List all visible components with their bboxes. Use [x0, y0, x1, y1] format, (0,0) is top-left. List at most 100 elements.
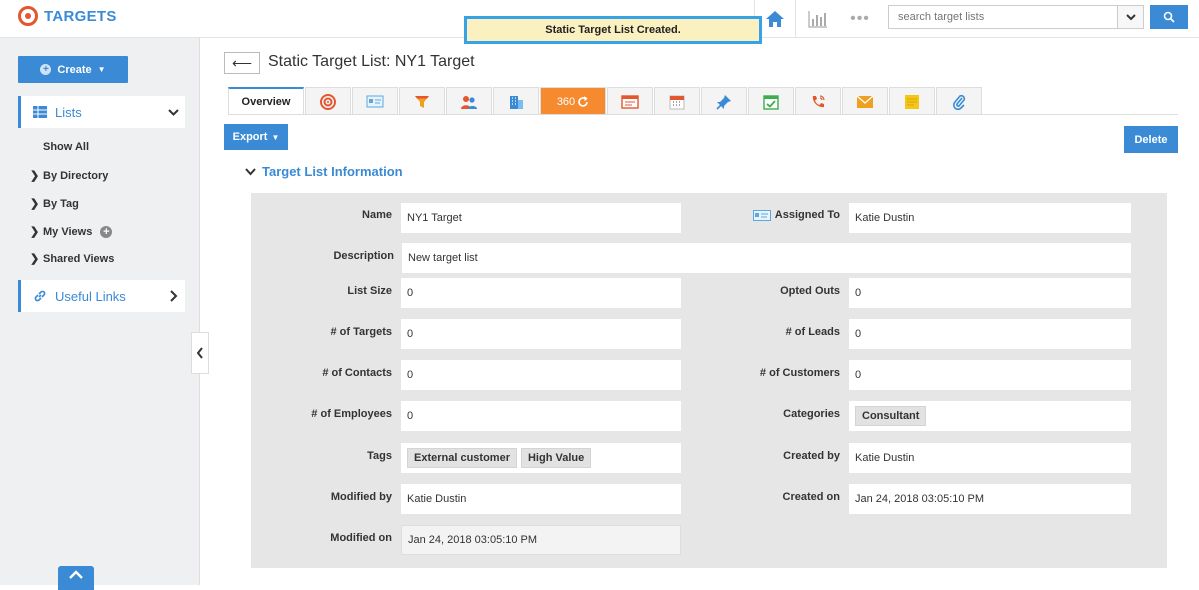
field-label-categories: Categories — [783, 408, 840, 420]
scroll-to-top-button[interactable] — [58, 566, 94, 590]
tab-360-view[interactable]: 360 — [540, 87, 606, 115]
field-value-num-employees[interactable]: 0 — [401, 401, 681, 431]
section-title: Target List Information — [262, 164, 403, 179]
mail-icon — [856, 94, 874, 108]
caret-down-icon: ▼ — [97, 65, 106, 74]
search-button[interactable] — [1150, 5, 1188, 29]
field-label-created-on: Created on — [782, 491, 840, 503]
tab-employees[interactable] — [493, 87, 539, 115]
search-input[interactable] — [888, 5, 1118, 29]
sidebar-collapse-toggle[interactable] — [191, 332, 209, 374]
field-value-opted-outs[interactable]: 0 — [849, 278, 1131, 308]
field-value-description[interactable]: New target list — [402, 243, 1131, 273]
sidebar-item-show-all[interactable]: Show All — [43, 141, 89, 153]
target-list-info-panel: Name NY1 Target Assigned To Katie Dustin… — [251, 193, 1167, 568]
field-value-modified-by[interactable]: Katie Dustin — [401, 484, 681, 514]
tab-customers[interactable] — [446, 87, 492, 115]
chevron-down-icon — [168, 109, 179, 116]
link-icon — [34, 290, 46, 302]
field-value-name[interactable]: NY1 Target — [401, 203, 681, 233]
tab-contacts[interactable] — [352, 87, 398, 115]
back-button[interactable]: ⟵ — [224, 52, 260, 74]
bar-chart-icon — [808, 11, 827, 28]
tag-chip: External customer — [407, 448, 517, 468]
vcard-icon — [366, 95, 384, 108]
tab-360-label: 360 — [556, 95, 576, 108]
field-label-num-targets: # of Targets — [330, 326, 392, 338]
field-label-opted-outs: Opted Outs — [780, 285, 840, 297]
field-value-num-leads[interactable]: 0 — [849, 319, 1131, 349]
field-label-description: Description — [333, 250, 394, 262]
field-value-num-targets[interactable]: 0 — [401, 319, 681, 349]
field-value-tags[interactable]: External customer High Value — [401, 443, 681, 473]
page-title: Static Target List: NY1 Target — [268, 53, 475, 70]
list-icon — [33, 106, 47, 118]
plus-icon: + — [40, 64, 52, 75]
add-view-icon[interactable]: + — [100, 225, 113, 238]
building-icon — [510, 95, 523, 109]
sidebar-section-useful-links[interactable]: Useful Links — [18, 280, 185, 312]
refresh-icon — [578, 95, 588, 107]
tag-chip: High Value — [520, 448, 592, 468]
sidebar-section-lists[interactable]: Lists — [18, 96, 185, 128]
chevron-up-icon — [69, 570, 83, 579]
field-value-num-contacts[interactable]: 0 — [401, 360, 681, 390]
field-value-created-by[interactable]: Katie Dustin — [849, 443, 1131, 473]
tab-tasks[interactable] — [748, 87, 794, 115]
create-button[interactable]: + Create ▼ — [18, 56, 128, 83]
sidebar-item-label: By Directory — [43, 169, 109, 182]
tab-leads[interactable] — [399, 87, 445, 115]
search-icon — [1163, 11, 1175, 23]
field-label-list-size: List Size — [347, 285, 392, 297]
export-button[interactable]: Export ▼ — [224, 124, 288, 150]
field-value-assigned-to[interactable]: Katie Dustin — [849, 203, 1131, 233]
tab-calendar[interactable] — [654, 87, 700, 115]
useful-links-label: Useful Links — [55, 288, 126, 304]
back-arrow-icon: ⟵ — [231, 54, 253, 71]
chevron-down-icon — [245, 167, 256, 175]
chevron-right-icon: ❯ — [30, 226, 40, 238]
field-value-num-customers[interactable]: 0 — [849, 360, 1131, 390]
chevron-down-icon — [1125, 13, 1136, 20]
lists-label: Lists — [55, 104, 82, 120]
tab-notes[interactable] — [889, 87, 935, 115]
sidebar-item-by-tag[interactable]: ❯ By Tag — [30, 197, 79, 211]
delete-button[interactable]: Delete — [1124, 126, 1178, 153]
tab-emails[interactable] — [842, 87, 888, 115]
chevron-right-icon — [170, 290, 178, 302]
field-label-modified-on: Modified on — [330, 532, 392, 544]
target-logo-icon — [18, 6, 38, 26]
call-icon — [812, 94, 825, 107]
field-label-num-leads: # of Leads — [785, 326, 840, 338]
app-title: TARGETS — [44, 7, 117, 25]
field-label-tags: Tags — [367, 450, 392, 462]
tab-pin[interactable] — [701, 87, 747, 115]
field-value-modified-on: Jan 24, 2018 03:05:10 PM — [401, 525, 681, 555]
field-label-text: Assigned To — [774, 209, 840, 221]
pin-icon — [716, 94, 731, 110]
home-icon — [766, 11, 784, 27]
tab-calls[interactable] — [795, 87, 841, 115]
target-icon — [320, 93, 336, 110]
field-label-modified-by: Modified by — [330, 491, 392, 503]
reports-button[interactable] — [798, 0, 838, 38]
tab-attachments[interactable] — [936, 87, 982, 115]
field-value-created-on[interactable]: Jan 24, 2018 03:05:10 PM — [849, 484, 1131, 514]
sidebar-item-my-views[interactable]: ❯ My Views + — [30, 225, 113, 238]
tab-reports[interactable] — [607, 87, 653, 115]
field-value-categories[interactable]: Consultant — [849, 401, 1131, 431]
section-header-target-list-info[interactable]: Target List Information — [245, 164, 403, 179]
field-label-assigned-to: Assigned To — [751, 209, 840, 221]
sidebar-item-label: My Views — [43, 225, 93, 238]
sidebar-item-by-directory[interactable]: ❯ By Directory — [30, 169, 109, 183]
more-menu-button[interactable]: ••• — [840, 0, 880, 38]
tab-targets[interactable] — [305, 87, 351, 115]
tab-overview[interactable]: Overview — [228, 87, 304, 115]
app-brand[interactable]: TARGETS — [18, 6, 117, 26]
calendar-check-icon — [763, 94, 779, 110]
search-filter-dropdown[interactable] — [1118, 5, 1144, 29]
caret-down-icon: ▼ — [271, 132, 280, 142]
field-value-list-size[interactable]: 0 — [401, 278, 681, 308]
vcard-icon — [752, 209, 771, 221]
sidebar-item-shared-views[interactable]: ❯ Shared Views — [30, 252, 114, 266]
